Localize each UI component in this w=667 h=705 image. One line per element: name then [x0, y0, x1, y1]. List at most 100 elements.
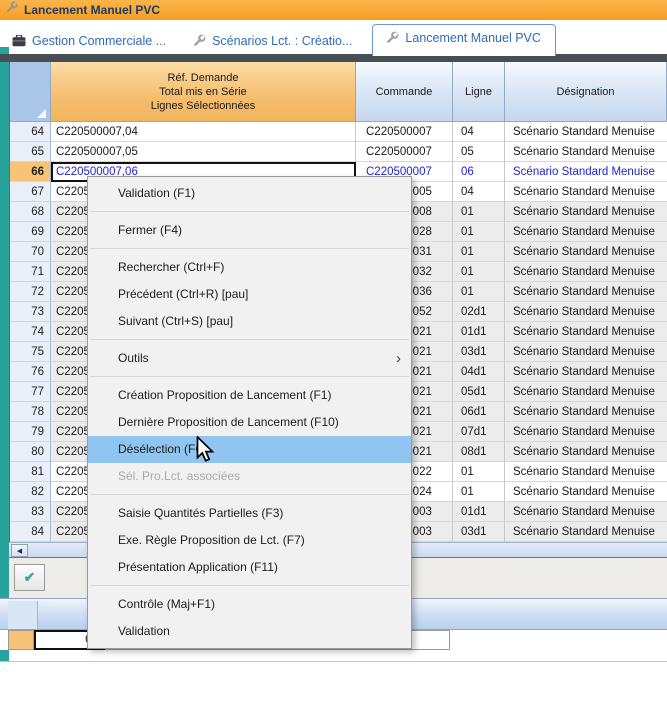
menu-item[interactable]: Saisie Quantités Partielles (F3) [88, 500, 411, 527]
menu-item[interactable]: Présentation Application (F11) [88, 554, 411, 581]
cell-rownum[interactable]: 71 [10, 262, 51, 282]
cell-rownum[interactable]: 65 [10, 142, 51, 162]
cell-ligne[interactable]: 01 [453, 282, 505, 302]
cell-designation[interactable]: Scénario Standard Menuise [505, 282, 667, 302]
cell-ligne[interactable]: 01 [453, 482, 505, 502]
tab-lancement-manuel-pvc[interactable]: Lancement Manuel PVC [372, 24, 556, 56]
cell-ligne[interactable]: 07d1 [453, 422, 505, 442]
cell-designation[interactable]: Scénario Standard Menuise [505, 402, 667, 422]
cell-designation[interactable]: Scénario Standard Menuise [505, 242, 667, 262]
cell-designation[interactable]: Scénario Standard Menuise [505, 182, 667, 202]
cell-rownum[interactable]: 84 [10, 522, 51, 542]
cell-ligne[interactable]: 01d1 [453, 322, 505, 342]
validate-check-button[interactable]: ✔ [14, 564, 45, 591]
wrench-icon [5, 1, 18, 19]
cell-ligne[interactable]: 03d1 [453, 522, 505, 542]
cell-ligne[interactable]: 08d1 [453, 442, 505, 462]
cell-designation[interactable]: Scénario Standard Menuise [505, 222, 667, 242]
select-all-corner[interactable] [10, 62, 51, 122]
cell-rownum[interactable]: 70 [10, 242, 51, 262]
grid-header-row: Réf. Demande Total mis en Série Lignes S… [10, 62, 667, 122]
column-header-ref-demande[interactable]: Réf. Demande Total mis en Série Lignes S… [51, 62, 356, 122]
cell-rownum[interactable]: 80 [10, 442, 51, 462]
left-accent-bar [0, 47, 9, 661]
cell-rownum[interactable]: 67 [10, 182, 51, 202]
column-header-commande[interactable]: Commande [356, 62, 453, 122]
bottom-row-header-cell[interactable] [8, 630, 34, 650]
cell-rownum[interactable]: 77 [10, 382, 51, 402]
cell-rownum[interactable]: 64 [10, 122, 51, 142]
cell-designation[interactable]: Scénario Standard Menuise [505, 262, 667, 282]
cell-rownum[interactable]: 81 [10, 462, 51, 482]
cell-designation[interactable]: Scénario Standard Menuise [505, 342, 667, 362]
cell-designation[interactable]: Scénario Standard Menuise [505, 442, 667, 462]
menu-item[interactable]: Fermer (F4) [88, 217, 411, 244]
cell-ligne[interactable]: 01d1 [453, 502, 505, 522]
cell-rownum[interactable]: 79 [10, 422, 51, 442]
cell-ligne[interactable]: 05 [453, 142, 505, 162]
cell-ligne[interactable]: 01 [453, 202, 505, 222]
cell-ligne[interactable]: 04d1 [453, 362, 505, 382]
cell-ligne[interactable]: 02d1 [453, 302, 505, 322]
cell-designation[interactable]: Scénario Standard Menuise [505, 202, 667, 222]
menu-item[interactable]: Précédent (Ctrl+R) [pau] [88, 281, 411, 308]
cell-ligne[interactable]: 01 [453, 242, 505, 262]
cell-ligne[interactable]: 04 [453, 182, 505, 202]
menu-item-label: Outils [118, 345, 149, 372]
menu-item[interactable]: Suivant (Ctrl+S) [pau] [88, 308, 411, 335]
cell-ligne[interactable]: 01 [453, 222, 505, 242]
cell-commande[interactable]: C220500007 [356, 122, 453, 142]
menu-item[interactable]: Contrôle (Maj+F1) [88, 591, 411, 618]
cell-designation[interactable]: Scénario Standard Menuise [505, 422, 667, 442]
cell-ligne[interactable]: 01 [453, 262, 505, 282]
menu-item[interactable]: Rechercher (Ctrl+F) [88, 254, 411, 281]
divider-line [0, 661, 667, 662]
cell-designation[interactable]: Scénario Standard Menuise [505, 462, 667, 482]
menu-item[interactable]: Exe. Règle Proposition de Lct. (F7) [88, 527, 411, 554]
cell-designation[interactable]: Scénario Standard Menuise [505, 162, 667, 182]
cell-rownum[interactable]: 72 [10, 282, 51, 302]
menu-item-label: Exe. Règle Proposition de Lct. (F7) [118, 527, 305, 554]
cell-rownum[interactable]: 66 [10, 162, 51, 182]
cell-ligne[interactable]: 01 [453, 462, 505, 482]
cell-rownum[interactable]: 82 [10, 482, 51, 502]
cell-designation[interactable]: Scénario Standard Menuise [505, 502, 667, 522]
cell-ligne[interactable]: 04 [453, 122, 505, 142]
cell-ligne[interactable]: 06 [453, 162, 505, 182]
menu-item[interactable]: Outils› [88, 345, 411, 372]
menu-item-label: Suivant (Ctrl+S) [pau] [118, 308, 233, 335]
cell-designation[interactable]: Scénario Standard Menuise [505, 482, 667, 502]
menu-item[interactable]: Dernière Proposition de Lancement (F10) [88, 409, 411, 436]
menu-item[interactable]: Désélection (F6) [88, 436, 411, 463]
cell-rownum[interactable]: 68 [10, 202, 51, 222]
cell-designation[interactable]: Scénario Standard Menuise [505, 322, 667, 342]
cell-rownum[interactable]: 69 [10, 222, 51, 242]
column-header-ligne[interactable]: Ligne [453, 62, 505, 122]
column-header-designation[interactable]: Désignation [505, 62, 667, 122]
cell-rownum[interactable]: 73 [10, 302, 51, 322]
cell-designation[interactable]: Scénario Standard Menuise [505, 362, 667, 382]
cell-designation[interactable]: Scénario Standard Menuise [505, 522, 667, 542]
menu-item[interactable]: Validation [88, 618, 411, 645]
menu-item[interactable]: Validation (F1) [88, 180, 411, 207]
cell-commande[interactable]: C220500007 [356, 142, 453, 162]
cell-designation[interactable]: Scénario Standard Menuise [505, 142, 667, 162]
cell-designation[interactable]: Scénario Standard Menuise [505, 302, 667, 322]
cell-rownum[interactable]: 76 [10, 362, 51, 382]
cell-ref[interactable]: C220500007,05 [51, 142, 356, 162]
cell-ref[interactable]: C220500007,04 [51, 122, 356, 142]
cell-rownum[interactable]: 75 [10, 342, 51, 362]
cell-ligne[interactable]: 03d1 [453, 342, 505, 362]
cell-designation[interactable]: Scénario Standard Menuise [505, 122, 667, 142]
cell-ligne[interactable]: 06d1 [453, 402, 505, 422]
cell-designation[interactable]: Scénario Standard Menuise [505, 382, 667, 402]
scroll-left-button[interactable]: ◀ [11, 544, 28, 557]
tab-gestion-commerciale[interactable]: Gestion Commerciale ... [0, 28, 180, 56]
bottom-cell-empty[interactable] [408, 630, 450, 650]
cell-rownum[interactable]: 74 [10, 322, 51, 342]
tab-scenarios-lct[interactable]: Scénarios Lct. : Créatio... [180, 28, 366, 56]
menu-item[interactable]: Création Proposition de Lancement (F1) [88, 382, 411, 409]
cell-rownum[interactable]: 83 [10, 502, 51, 522]
cell-ligne[interactable]: 05d1 [453, 382, 505, 402]
cell-rownum[interactable]: 78 [10, 402, 51, 422]
